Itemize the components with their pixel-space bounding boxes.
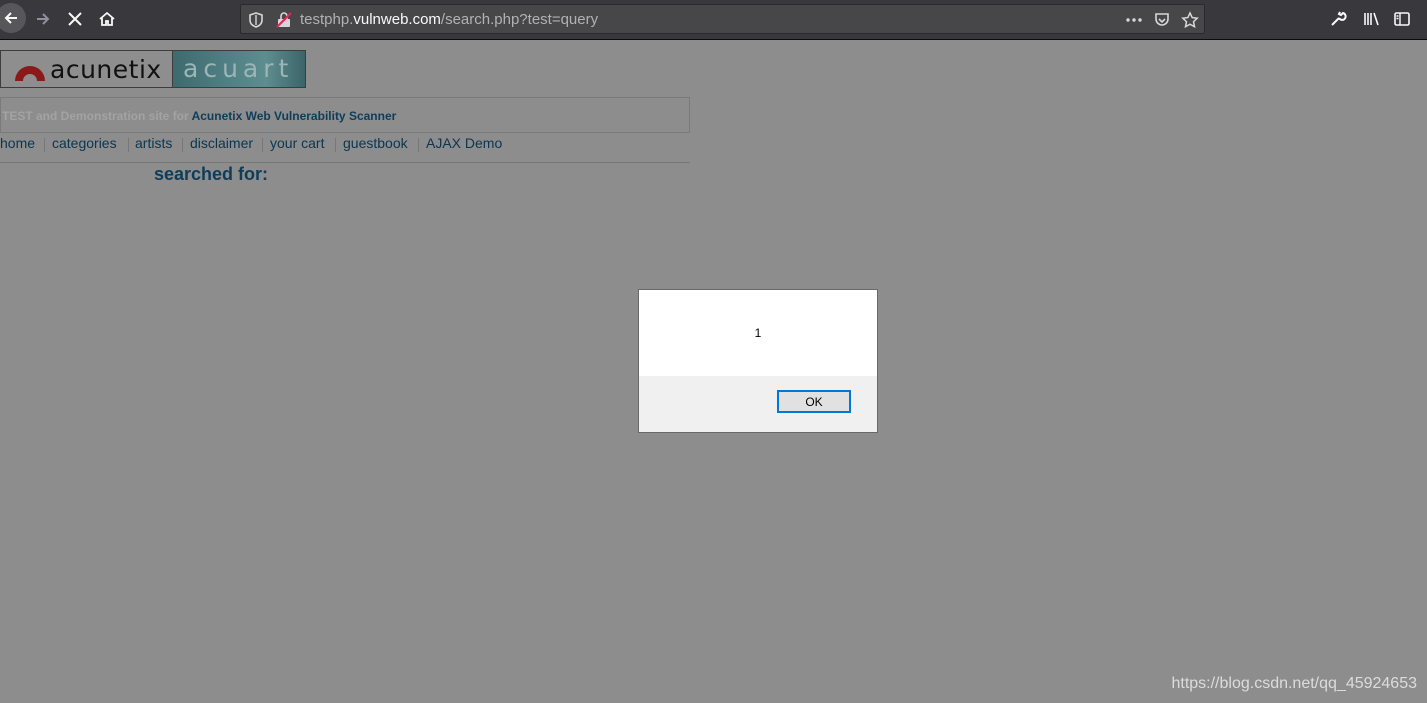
shield-icon[interactable]: [247, 11, 265, 29]
browser-toolbar: testphp.vulnweb.com/search.php?test=quer…: [0, 0, 1427, 40]
nav-divider: [0, 162, 690, 163]
logo-text: acunetix: [50, 55, 162, 84]
nav-home[interactable]: home: [0, 135, 35, 151]
watermark: https://blog.csdn.net/qq_45924653: [1171, 675, 1417, 692]
alert-dialog: 1 OK: [638, 289, 878, 433]
alert-footer: OK: [639, 376, 877, 432]
insecure-lock-icon[interactable]: [275, 11, 293, 29]
acuart-logo: acuart: [173, 51, 305, 87]
site-logo[interactable]: acunetix acuart: [0, 50, 306, 88]
forward-button[interactable]: [28, 4, 58, 34]
nav-artists[interactable]: artists: [135, 135, 172, 151]
acunetix-logo: acunetix: [1, 51, 173, 87]
alert-message: 1: [754, 326, 762, 340]
acunetix-arc-icon: [15, 66, 45, 81]
arrow-left-icon: [4, 12, 17, 24]
url-text[interactable]: testphp.vulnweb.com/search.php?test=quer…: [300, 11, 598, 28]
url-host: vulnweb.com: [353, 11, 441, 28]
close-icon: [68, 12, 82, 26]
nav-separator: [44, 138, 45, 152]
logo-right-text: acuart: [183, 54, 294, 83]
star-icon[interactable]: [1181, 11, 1199, 29]
nav-disclaimer[interactable]: disclaimer: [190, 135, 253, 151]
sidebar-button[interactable]: [1387, 4, 1417, 34]
nav-separator: [418, 138, 419, 152]
nav-your-cart[interactable]: your cart: [270, 135, 324, 151]
library-icon: [1364, 12, 1379, 26]
nav-ajax-demo[interactable]: AJAX Demo: [426, 135, 502, 151]
home-button[interactable]: [92, 4, 122, 34]
sidebar-icon: [1394, 12, 1410, 26]
wrench-icon: [1331, 11, 1347, 26]
nav-guestbook[interactable]: guestbook: [343, 135, 408, 151]
nav-separator: [335, 138, 336, 152]
tagline-link[interactable]: Acunetix Web Vulnerability Scanner: [192, 109, 397, 123]
url-bar[interactable]: testphp.vulnweb.com/search.php?test=quer…: [240, 4, 1205, 34]
library-button[interactable]: [1356, 4, 1386, 34]
tagline-box: TEST and Demonstration site for Acunetix…: [0, 97, 690, 133]
developer-tools-button[interactable]: [1323, 4, 1353, 34]
stop-button[interactable]: [60, 4, 90, 34]
page-actions-icon[interactable]: [1125, 11, 1143, 29]
url-prefix: testphp.: [300, 11, 354, 28]
url-path: /search.php?test=query: [440, 11, 599, 28]
searched-for-heading: searched for:: [154, 164, 269, 184]
nav-separator: [262, 138, 263, 152]
ok-button[interactable]: OK: [777, 390, 851, 413]
back-button[interactable]: [0, 3, 26, 33]
home-icon: [99, 11, 115, 26]
pocket-icon[interactable]: [1153, 11, 1171, 29]
nav-separator: [182, 138, 183, 152]
tagline-muted: TEST and Demonstration site for: [2, 109, 189, 123]
arrow-right-icon: [37, 13, 50, 25]
nav-separator: [128, 138, 129, 152]
tagline: TEST and Demonstration site for Acunetix…: [2, 109, 396, 123]
nav-categories[interactable]: categories: [52, 135, 117, 151]
